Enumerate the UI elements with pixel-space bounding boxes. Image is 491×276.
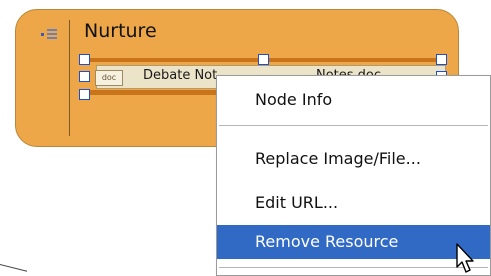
context-menu: Node Info Replace Image/File... Edit URL… — [216, 75, 491, 276]
selection-handle-bottom-left[interactable] — [79, 89, 90, 100]
menu-item-remove-resource[interactable]: Remove Resource — [217, 225, 490, 259]
notes-icon[interactable] — [41, 28, 59, 42]
connector-line — [0, 264, 28, 272]
menu-item-node-info[interactable]: Node Info — [217, 85, 490, 115]
selection-handle-middle-left[interactable] — [79, 71, 90, 82]
selection-handle-top-right[interactable] — [436, 54, 447, 65]
node-title: Nurture — [84, 20, 157, 42]
selection-handle-top-left[interactable] — [79, 54, 90, 65]
selection-handle-top-center[interactable] — [258, 54, 269, 65]
arrow-cursor-icon — [456, 243, 474, 273]
doc-file-icon: doc — [95, 70, 123, 86]
node-divider — [69, 20, 70, 136]
menu-separator — [219, 267, 488, 268]
canvas: Nurture doc Debate Not Notes.doc Node In… — [0, 0, 491, 276]
resource-label: Debate Not — [143, 68, 218, 83]
menu-separator — [219, 125, 488, 126]
menu-item-edit-url[interactable]: Edit URL... — [217, 188, 490, 218]
menu-item-replace-image-file[interactable]: Replace Image/File... — [217, 144, 490, 174]
